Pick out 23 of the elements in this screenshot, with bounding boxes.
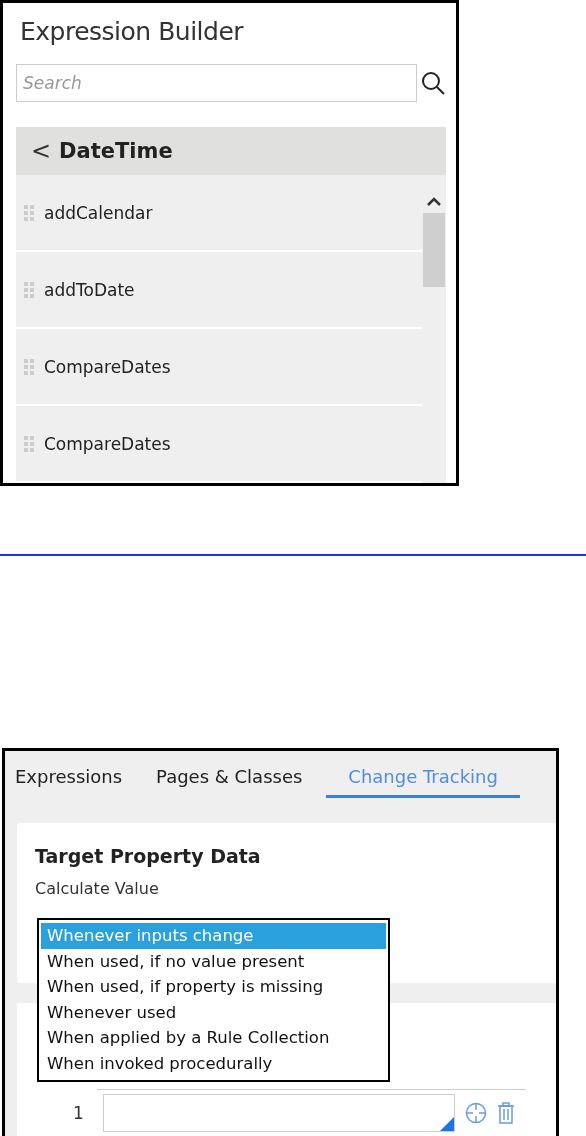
drag-handle-icon[interactable] (24, 358, 34, 375)
function-item[interactable]: addToDate (16, 252, 422, 330)
panel-title: Expression Builder (20, 17, 245, 48)
field-label: Calculate Value (35, 879, 160, 899)
scroll-up-icon[interactable] (426, 197, 442, 208)
delete-icon[interactable] (497, 1102, 515, 1124)
input-field[interactable] (103, 1094, 455, 1132)
scrollbar-thumb[interactable] (423, 213, 445, 288)
tab[interactable]: Expressions (5, 766, 133, 799)
function-item[interactable]: addCalendar (16, 175, 422, 253)
drag-handle-icon[interactable] (24, 204, 34, 221)
search-icon[interactable] (420, 70, 446, 97)
category-title: DateTime (59, 139, 173, 164)
tab[interactable]: Pages & Classes (146, 766, 313, 799)
section-title: Target Property Data (35, 845, 262, 868)
function-item[interactable]: CompareDates (16, 406, 422, 484)
function-item[interactable]: CompareDates (16, 329, 422, 407)
drag-handle-icon[interactable] (24, 435, 34, 452)
crosshair-icon[interactable] (465, 1102, 487, 1124)
back-button[interactable]: < (31, 137, 52, 166)
search-field[interactable]: Search (16, 64, 418, 103)
row-number: 1 (73, 1103, 85, 1123)
drag-handle-icon[interactable] (24, 281, 34, 298)
